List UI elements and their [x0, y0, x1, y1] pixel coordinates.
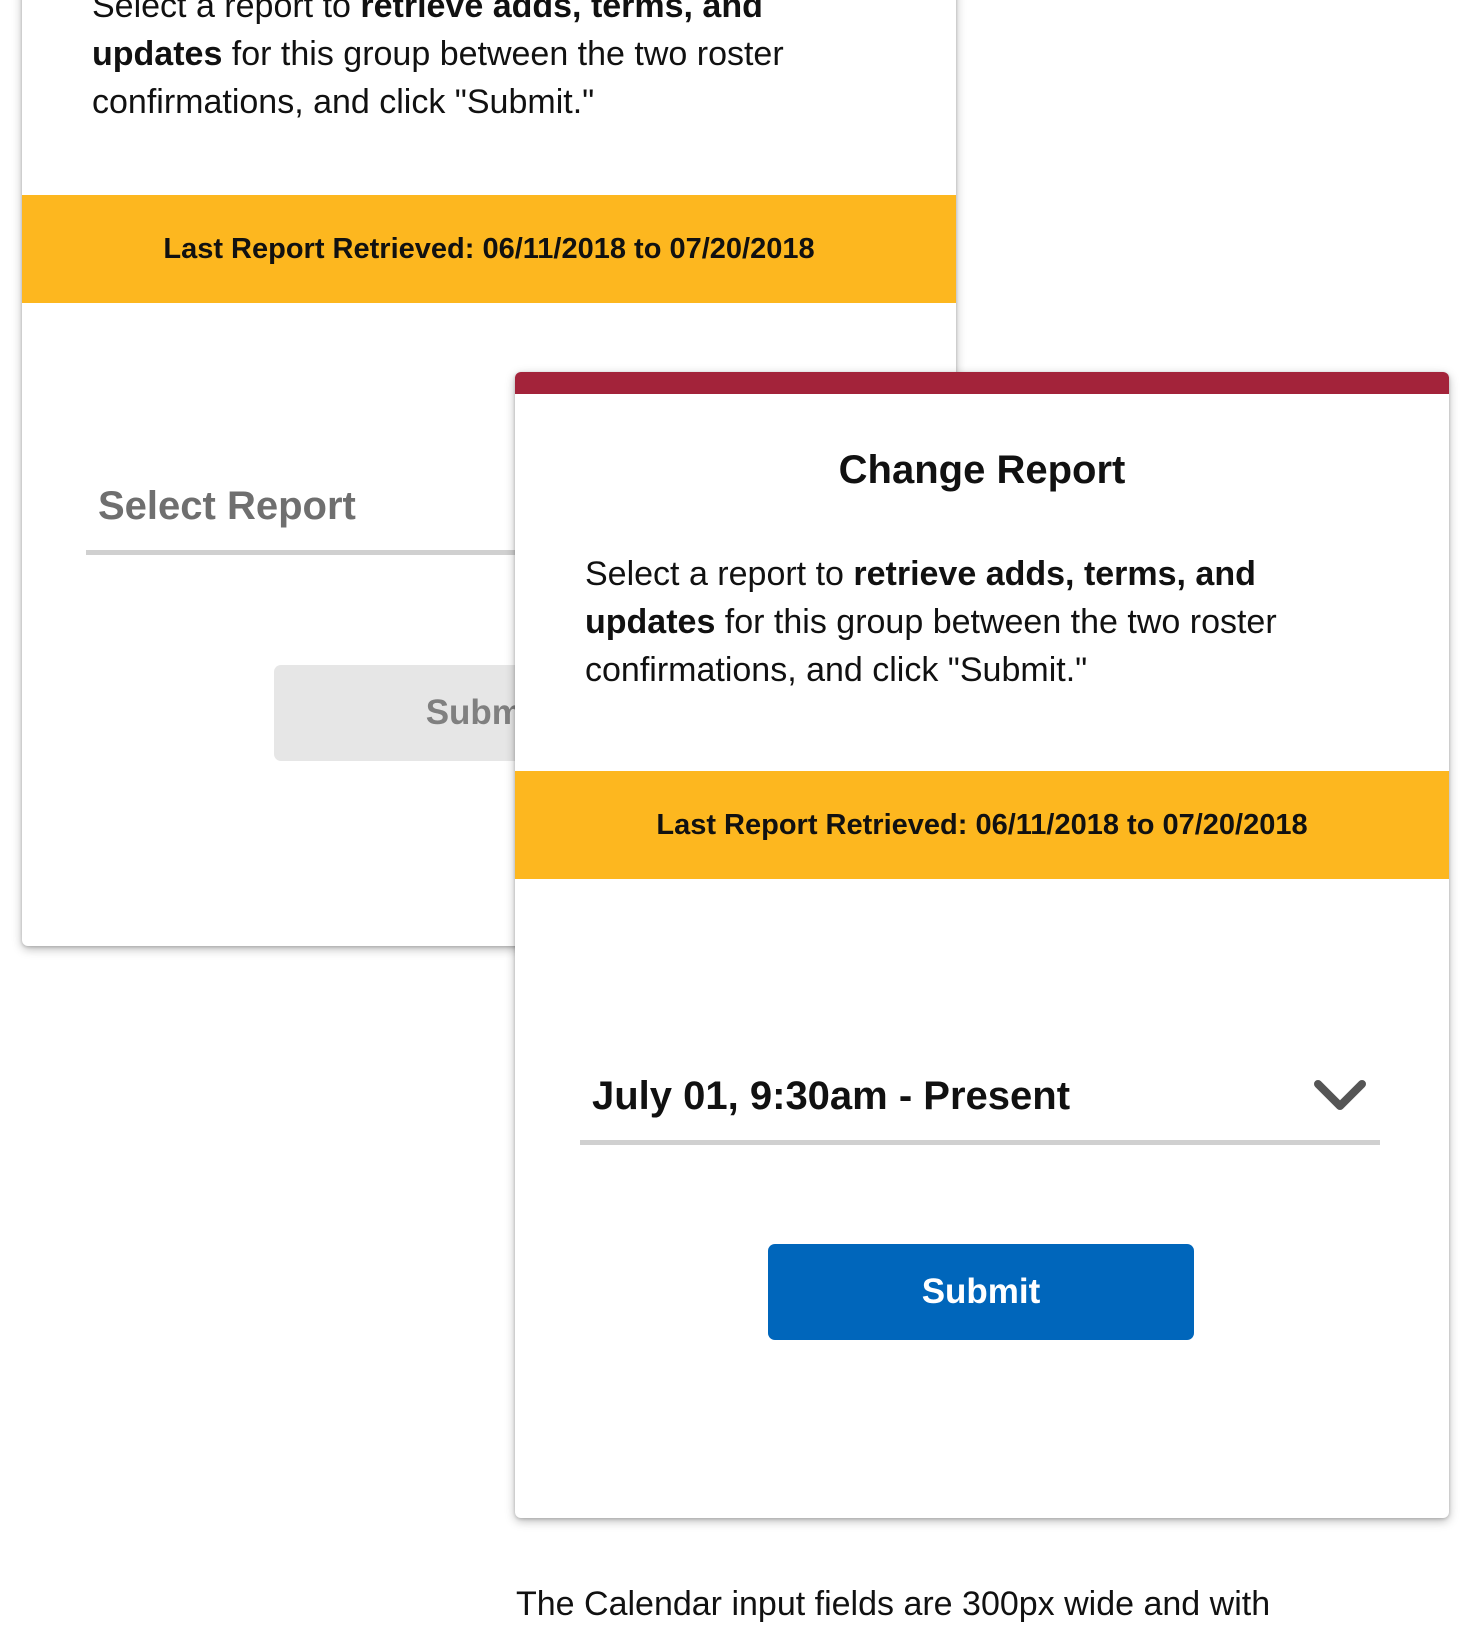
modal-title: Change Report — [838, 448, 1126, 492]
last-report-banner: Last Report Retrieved: 06/11/2018 to 07/… — [22, 195, 956, 303]
submit-button[interactable]: Submit — [768, 1244, 1194, 1340]
modal-accent-bar — [515, 372, 1449, 394]
selected-report-value: July 01, 9:30am - Present — [592, 1074, 1071, 1118]
modal-instructions: Select a report to retrieve adds, terms,… — [92, 0, 784, 121]
last-report-text: Last Report Retrieved: 06/11/2018 to 07/… — [656, 808, 1308, 841]
modal-instructions: Select a report to retrieve adds, terms,… — [585, 555, 1277, 689]
chevron-down-icon[interactable] — [1314, 1080, 1366, 1110]
submit-button-label: Submit — [921, 1272, 1041, 1311]
report-select[interactable]: July 01, 9:30am - Present — [580, 1062, 1380, 1145]
change-report-modal: Change Report Select a report to retriev… — [515, 372, 1449, 1518]
last-report-text: Last Report Retrieved: 06/11/2018 to 07/… — [163, 232, 815, 265]
report-select-placeholder: Select Report — [98, 484, 356, 528]
last-report-banner: Last Report Retrieved: 06/11/2018 to 07/… — [515, 771, 1449, 879]
footer-description: The Calendar input fields are 300px wide… — [516, 1585, 1271, 1623]
